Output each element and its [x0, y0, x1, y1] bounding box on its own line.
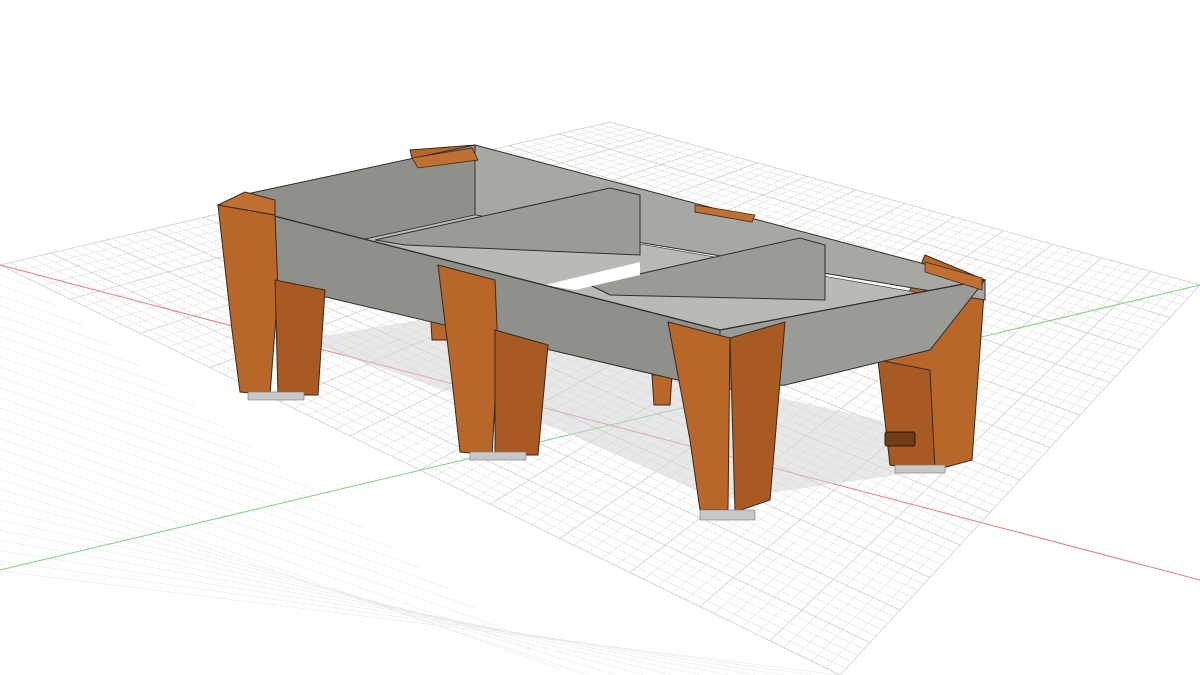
grid-line: [0, 550, 785, 675]
cad-viewport[interactable]: [0, 0, 1200, 675]
grid-line: [0, 529, 729, 675]
grid-line: [0, 397, 365, 528]
grid-line: [0, 509, 673, 675]
3d-scene[interactable]: [0, 0, 1200, 675]
grid-line: [0, 366, 281, 468]
grid-line: [0, 468, 561, 670]
grid-line: [0, 387, 337, 508]
grid-line: [0, 448, 505, 629]
grid-line: [0, 325, 169, 387]
grid-line: [0, 356, 253, 448]
grid-line: [0, 336, 197, 407]
grid-line: [0, 407, 393, 549]
grid-line: [0, 427, 449, 589]
grid-line: [0, 346, 225, 427]
grid-line: [0, 417, 421, 569]
grid-line: [0, 499, 645, 675]
grid-line: [0, 315, 141, 367]
